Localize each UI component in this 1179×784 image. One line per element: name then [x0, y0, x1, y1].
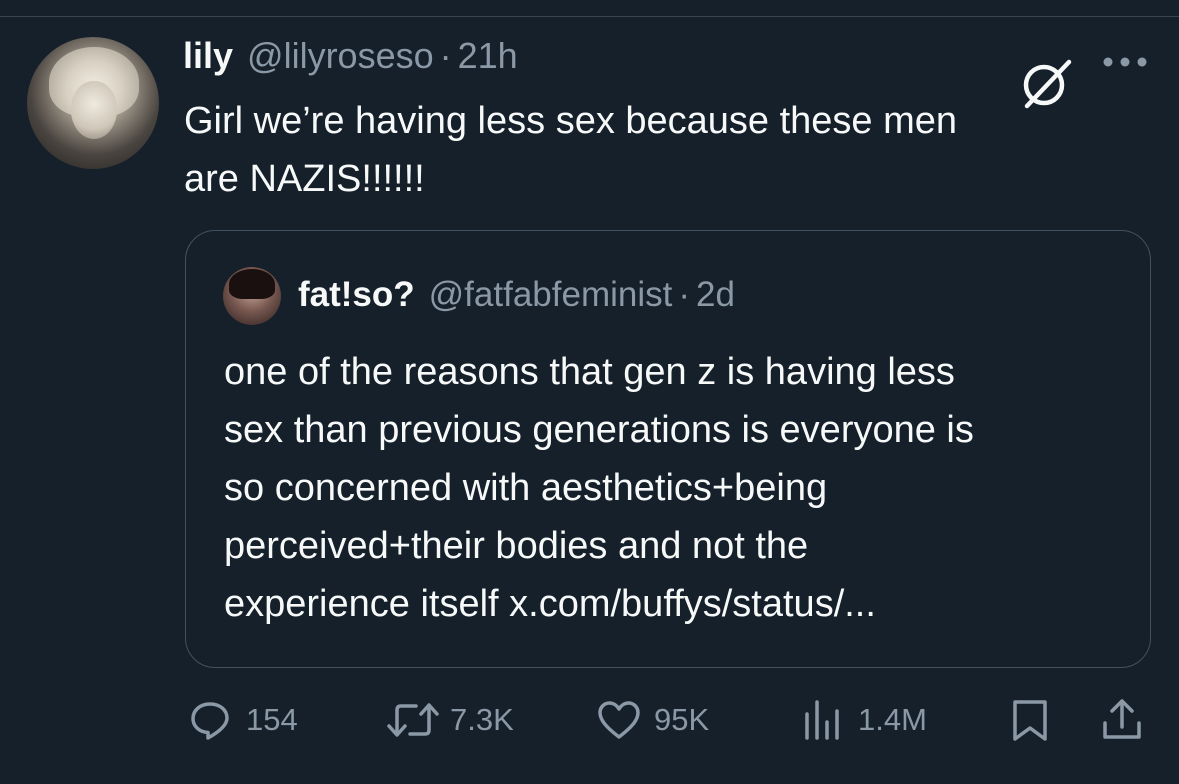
more-icon[interactable] [1100, 55, 1150, 69]
repost-button[interactable]: 7.3K [386, 690, 514, 750]
quoted-text-line: so concerned with aesthetics+being [224, 467, 828, 509]
like-count: 95K [654, 702, 710, 737]
quoted-tweet[interactable]: fat!so? @fatfabfeminist · 2d one of the … [185, 230, 1151, 668]
views-count: 1.4M [858, 702, 927, 737]
quoted-author-avatar[interactable] [223, 267, 281, 325]
quoted-display-name[interactable]: fat!so? [298, 275, 415, 315]
separator-dot: · [678, 275, 690, 314]
reply-icon [188, 698, 232, 742]
bookmark-button[interactable] [1010, 690, 1050, 750]
tweet[interactable]: lily @lilyroseso · 21h Girl we’re having… [0, 0, 1179, 784]
reply-count: 154 [246, 702, 298, 737]
share-button[interactable] [1100, 690, 1144, 750]
repost-icon [386, 698, 440, 742]
quoted-tweet-header: fat!so? @fatfabfeminist · 2d [298, 275, 735, 315]
tweet-header: lily @lilyroseso · 21h [183, 35, 518, 85]
tweet-text-line: are NAZIS!!!!!! [184, 158, 425, 200]
views-button[interactable]: 1.4M [800, 690, 927, 750]
tweet-timestamp[interactable]: 21h [458, 35, 518, 77]
repost-count: 7.3K [450, 702, 514, 737]
separator-dot: · [439, 35, 452, 76]
bookmark-icon [1010, 697, 1050, 743]
author-handle[interactable]: @lilyroseso [247, 35, 434, 77]
like-button[interactable]: 95K [596, 690, 709, 750]
quoted-timestamp[interactable]: 2d [696, 275, 735, 315]
tweet-text: Girl we’re having less sex because these… [184, 92, 1144, 208]
tweet-text-line: Girl we’re having less sex because these… [184, 100, 958, 142]
views-icon [800, 698, 844, 742]
divider [0, 16, 1179, 17]
share-icon [1100, 697, 1144, 743]
quoted-text-line: one of the reasons that gen z is having … [224, 351, 955, 393]
reply-button[interactable]: 154 [188, 690, 298, 750]
quoted-handle[interactable]: @fatfabfeminist [429, 275, 673, 315]
quoted-text-line: sex than previous generations is everyon… [224, 409, 974, 451]
author-display-name[interactable]: lily [183, 35, 233, 77]
action-bar: 154 7.3K 95K 1.4M [0, 690, 1179, 750]
quoted-text-line: experience itself x.com/buffys/status/..… [224, 583, 876, 625]
quoted-tweet-text: one of the reasons that gen z is having … [224, 343, 1124, 633]
author-avatar[interactable] [27, 37, 159, 169]
heart-icon [596, 698, 642, 742]
quoted-text-line: perceived+their bodies and not the [224, 525, 809, 567]
